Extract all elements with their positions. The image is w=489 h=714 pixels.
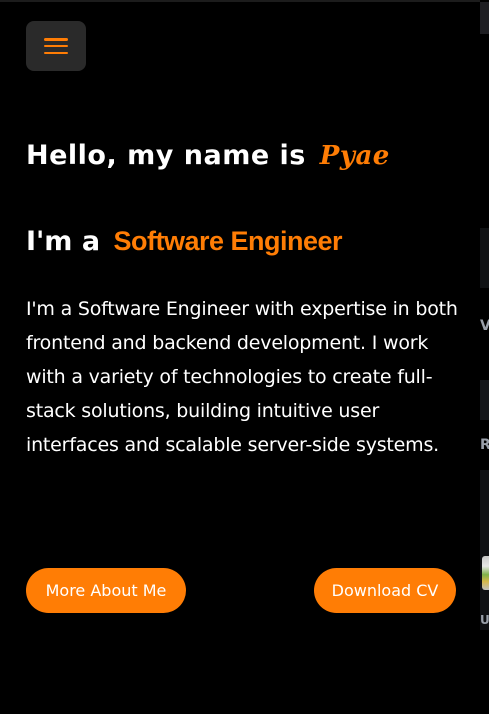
edge-image-fragment [482, 556, 489, 590]
greeting-heading: Hello, my name is Pyae [26, 140, 466, 171]
page: Hello, my name is Pyae I'm a Software En… [0, 0, 489, 714]
adjacent-panel-edge: V R U [480, 0, 489, 714]
name-highlight: Pyae [319, 141, 390, 171]
edge-segment [480, 2, 489, 34]
more-about-me-button[interactable]: More About Me [26, 568, 186, 613]
edge-glyph: R [480, 437, 489, 453]
role-prefix: I'm a [26, 226, 101, 257]
edge-segment [480, 470, 489, 630]
download-cv-button[interactable]: Download CV [314, 568, 456, 613]
greeting-prefix: Hello, my name is [26, 140, 306, 171]
edge-segment [480, 380, 489, 420]
edge-glyph: U [480, 613, 489, 627]
edge-segment [480, 228, 489, 288]
role-heading: I'm a Software Engineer [26, 226, 466, 257]
hamburger-icon [44, 38, 68, 54]
edge-glyph: V [480, 318, 489, 334]
bio-paragraph: I'm a Software Engineer with expertise i… [26, 298, 458, 456]
top-border [0, 0, 480, 2]
role-highlight: Software Engineer [113, 226, 343, 256]
menu-button[interactable] [26, 21, 86, 71]
